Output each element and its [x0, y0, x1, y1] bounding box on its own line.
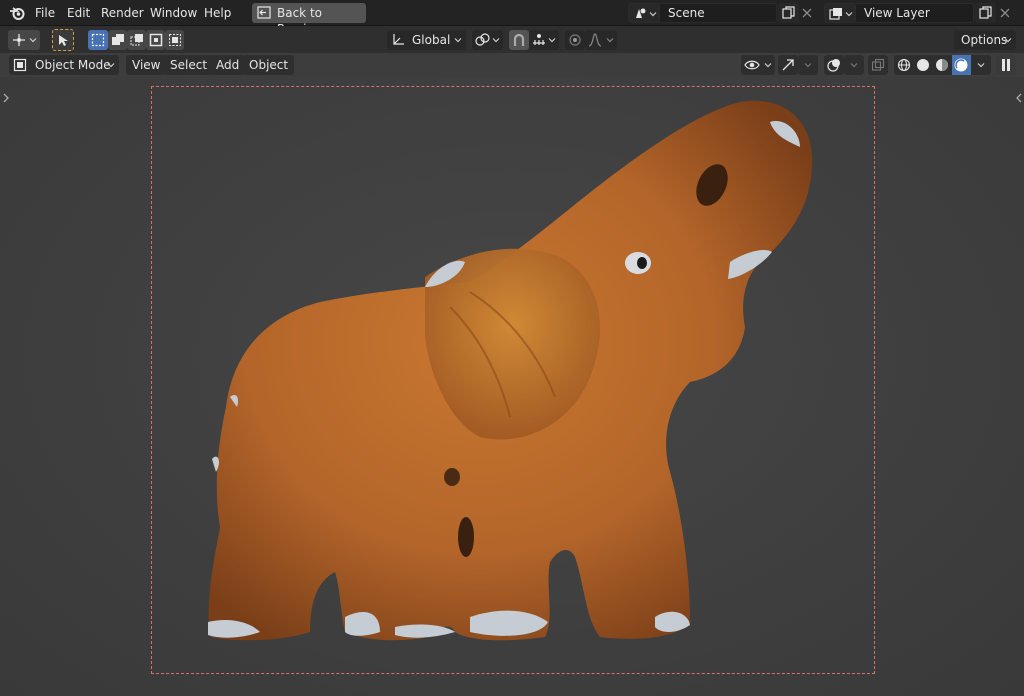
view-menu[interactable]: View — [126, 55, 167, 75]
object-menu[interactable]: Object — [243, 55, 295, 75]
material-sphere-icon — [936, 59, 948, 71]
pivot-icon — [475, 33, 490, 46]
chevron-down-icon — [764, 63, 772, 68]
select-box-new-button[interactable] — [88, 30, 108, 50]
pause-render-button[interactable] — [996, 55, 1016, 75]
overlays-toggle[interactable] — [824, 55, 844, 75]
view-layer-name-field[interactable]: View Layer — [855, 3, 974, 23]
visibility-dropdown[interactable] — [741, 55, 775, 75]
snap-increment-icon — [533, 34, 545, 45]
proportional-falloff-dropdown[interactable] — [585, 30, 617, 50]
select-menu[interactable]: Select — [164, 55, 214, 75]
select-box-difference-button[interactable] — [146, 30, 165, 50]
camera-frame — [151, 86, 875, 674]
gizmo-toggle[interactable] — [778, 55, 798, 75]
view-layer-icon — [829, 8, 842, 20]
copy-icon — [979, 6, 992, 19]
delete-scene-icon[interactable] — [802, 8, 812, 18]
top-menu-bar: File Edit Render Window Help Back to Pre… — [0, 0, 1024, 36]
shading-solid-button[interactable] — [914, 55, 933, 75]
falloff-curve-icon — [588, 33, 602, 47]
shading-material-button[interactable] — [933, 55, 952, 75]
select-extend-icon — [112, 34, 124, 45]
chevron-down-icon — [850, 63, 858, 68]
pause-icon — [1002, 59, 1010, 71]
overlays-icon — [827, 59, 840, 72]
new-view-layer-button[interactable] — [975, 3, 996, 23]
chevron-down-icon — [107, 63, 115, 68]
xray-icon — [871, 58, 885, 71]
proportional-editing-toggle[interactable] — [565, 30, 585, 50]
blender-logo-icon[interactable] — [9, 5, 25, 21]
chevron-down-icon — [649, 12, 657, 17]
chevron-down-icon — [29, 38, 37, 43]
scene-name: Scene — [668, 6, 705, 20]
transform-orientation-dropdown[interactable]: Global — [387, 30, 466, 50]
eye-icon — [744, 60, 760, 70]
scene-name-field[interactable]: Scene — [659, 3, 777, 23]
scene-browse-button[interactable] — [628, 3, 659, 23]
options-dropdown[interactable]: Options — [954, 30, 1016, 50]
copy-icon — [782, 6, 795, 19]
new-scene-button[interactable] — [778, 3, 799, 23]
magnet-icon — [513, 33, 525, 46]
select-difference-icon — [149, 33, 163, 47]
gizmo-dropdown[interactable] — [798, 55, 818, 75]
menu-window[interactable]: Window — [150, 5, 197, 21]
xray-toggle[interactable] — [868, 55, 888, 75]
object-mode-dropdown[interactable]: Object Mode — [9, 55, 119, 75]
chevron-down-icon — [492, 38, 500, 43]
overlays-dropdown[interactable] — [844, 55, 864, 75]
scene-icon — [636, 8, 646, 18]
chevron-down-icon — [977, 63, 985, 68]
toolbar-expand-arrow-icon[interactable] — [2, 93, 10, 103]
solid-sphere-icon — [917, 59, 929, 71]
select-new-icon — [91, 33, 105, 47]
cursor-icon — [59, 35, 68, 46]
tool-header: Global Options — [0, 26, 1024, 53]
delete-view-layer-icon[interactable] — [1000, 8, 1010, 18]
chevron-down-icon — [845, 12, 853, 17]
shading-wireframe-button[interactable] — [894, 55, 914, 75]
viewport-header: Object Mode View Select Add Object — [0, 53, 1024, 77]
transform-tool-icon — [13, 34, 25, 46]
object-mode-icon — [13, 58, 27, 72]
snap-toggle-button[interactable] — [509, 30, 529, 50]
chevron-down-icon — [548, 38, 556, 43]
transform-orientation-label: Global — [412, 33, 451, 47]
snap-target-dropdown[interactable] — [529, 30, 559, 50]
wireframe-sphere-icon — [897, 58, 911, 72]
view-layer-browse-button[interactable] — [824, 3, 855, 23]
object-mode-label: Object Mode — [35, 58, 111, 72]
select-subtract-icon — [130, 34, 143, 46]
chevron-down-icon — [454, 38, 462, 43]
select-intersect-icon — [169, 34, 181, 46]
shading-rendered-button[interactable] — [952, 55, 971, 75]
menu-help[interactable]: Help — [204, 5, 231, 21]
proportional-icon — [569, 34, 581, 46]
options-label: Options — [961, 33, 1008, 47]
menu-edit[interactable]: Edit — [67, 5, 90, 21]
select-box-subtract-button[interactable] — [127, 30, 146, 50]
chevron-down-icon — [804, 63, 812, 68]
3d-viewport[interactable] — [0, 77, 1024, 696]
select-box-intersect-button[interactable] — [165, 30, 184, 50]
back-to-previous-button[interactable]: Back to Previous — [252, 3, 366, 36]
sidebar-expand-arrow-icon[interactable] — [1015, 93, 1023, 103]
tool-settings-button[interactable] — [8, 30, 40, 50]
rendered-sphere-icon — [954, 58, 968, 72]
add-menu[interactable]: Add — [210, 55, 246, 75]
select-box-extend-button[interactable] — [108, 30, 127, 50]
shading-dropdown[interactable] — [971, 55, 991, 75]
menu-file[interactable]: File — [35, 5, 55, 21]
select-tool-button[interactable] — [52, 29, 74, 51]
gizmo-icon — [782, 59, 794, 71]
chevron-down-icon — [606, 38, 614, 43]
chevron-down-icon — [1004, 38, 1012, 43]
menu-render[interactable]: Render — [101, 5, 144, 21]
pivot-point-dropdown[interactable] — [472, 30, 503, 50]
view-layer-name: View Layer — [864, 6, 930, 20]
back-arrow-icon — [257, 6, 271, 19]
orientation-axes-icon — [393, 34, 404, 45]
